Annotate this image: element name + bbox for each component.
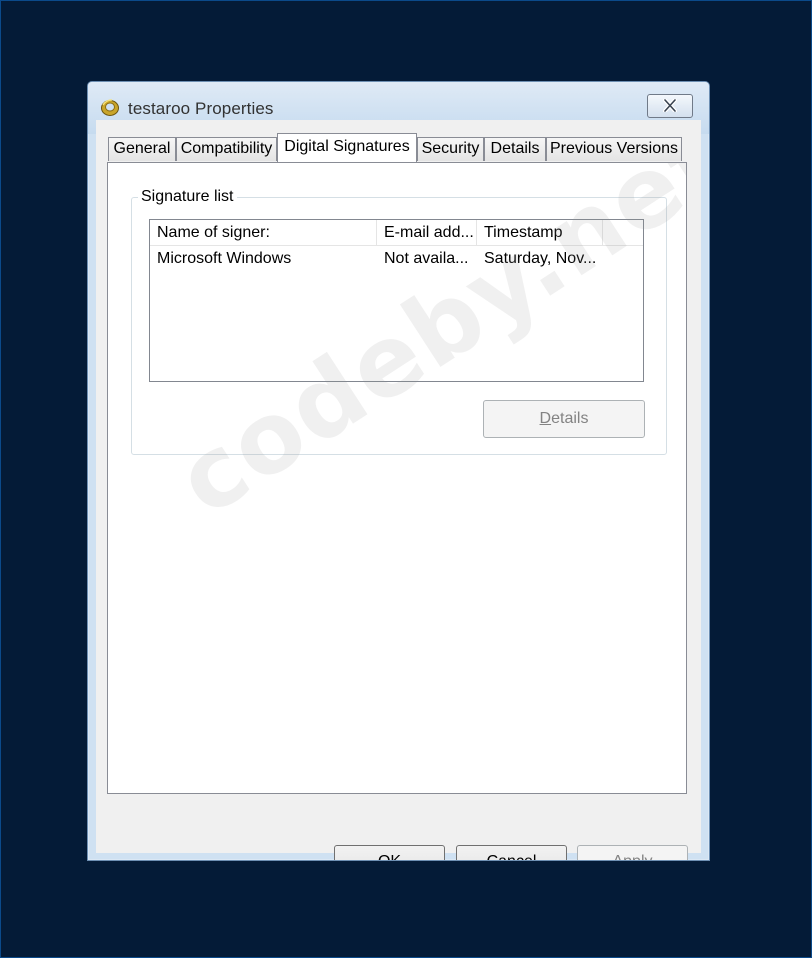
column-header-timestamp[interactable]: Timestamp	[477, 220, 603, 245]
digital-signatures-panel: Signature list Name of signer: E-mail ad…	[107, 162, 687, 794]
tab-strip: General Compatibility Digital Signatures…	[108, 133, 688, 163]
cell-timestamp: Saturday, Nov...	[484, 250, 597, 267]
apply-button-accel: A	[612, 853, 623, 860]
details-button[interactable]: Details	[483, 400, 645, 438]
close-button[interactable]	[647, 94, 693, 118]
column-header-email[interactable]: E-mail add...	[377, 220, 477, 245]
tab-compatibility[interactable]: Compatibility	[176, 137, 277, 161]
tab-general[interactable]: General	[108, 137, 176, 161]
signature-listview[interactable]: Name of signer: E-mail add... Timestamp …	[149, 219, 644, 382]
table-row[interactable]: Microsoft Windows Not availa... Saturday…	[150, 247, 643, 271]
close-icon	[663, 99, 677, 112]
tab-digital-signatures[interactable]: Digital Signatures	[277, 133, 417, 162]
signature-list-group: Signature list Name of signer: E-mail ad…	[131, 188, 667, 455]
cancel-button[interactable]: Cancel	[456, 845, 567, 860]
gold-ring-icon	[100, 97, 120, 117]
signature-list-label: Signature list	[138, 188, 237, 206]
column-header-name-of-signer[interactable]: Name of signer:	[150, 220, 377, 245]
window-title: testaroo Properties	[128, 99, 274, 118]
details-button-accel: D	[539, 410, 552, 427]
cell-signer-name: Microsoft Windows	[157, 250, 292, 267]
tab-details[interactable]: Details	[484, 137, 546, 161]
ok-button[interactable]: OK	[334, 845, 445, 860]
list-header: Name of signer: E-mail add... Timestamp	[150, 220, 643, 246]
apply-button[interactable]: Apply	[577, 845, 688, 860]
details-button-label: etails	[551, 410, 589, 427]
tab-security[interactable]: Security	[417, 137, 484, 161]
tab-previous-versions[interactable]: Previous Versions	[546, 137, 682, 161]
apply-button-label: pply	[623, 853, 652, 860]
cell-email: Not availa...	[384, 250, 469, 267]
dialog-client-area: General Compatibility Digital Signatures…	[96, 120, 701, 860]
properties-window: testaroo Properties General Compatibilit…	[87, 81, 710, 861]
